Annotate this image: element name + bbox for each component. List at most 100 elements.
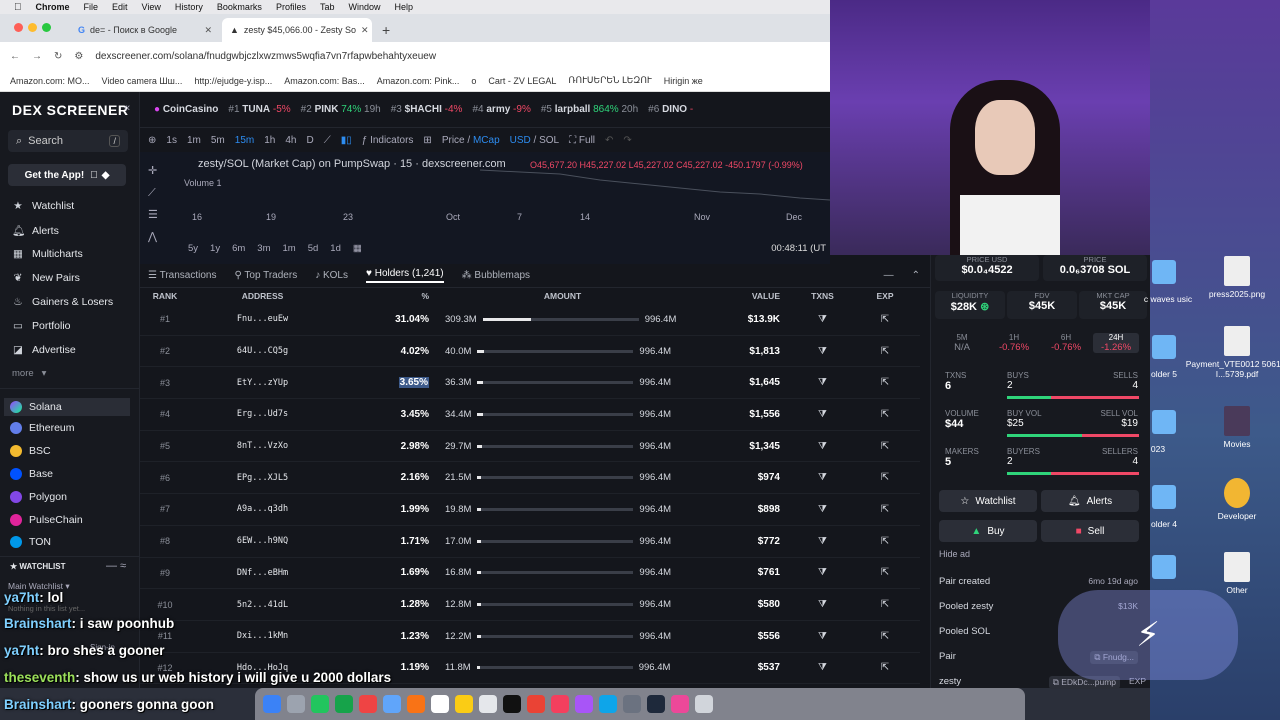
dexscreener-logo[interactable]: DEX SCREENER [12, 102, 128, 118]
close-tab-icon[interactable]: ✕ [204, 25, 212, 36]
holder-address[interactable]: 5n2...41dL [190, 600, 335, 610]
bookmark-item[interactable]: http://ejudge-y.isp... [194, 76, 272, 86]
appstore-icon[interactable] [599, 695, 617, 713]
ticker-item[interactable]: #6 DINO - [648, 104, 693, 115]
folder-icon[interactable] [1152, 260, 1176, 284]
chain-pulsechain[interactable]: PulseChain [10, 514, 83, 526]
zoom-window-button[interactable] [42, 23, 51, 32]
minimize-window-button[interactable] [28, 23, 37, 32]
holder-address[interactable]: Fnu...euEw [190, 314, 335, 324]
filter-txns-icon[interactable]: ⧩ [790, 536, 855, 547]
bookmark-item[interactable]: Cart - ZV LEGAL [488, 76, 556, 86]
filter-txns-icon[interactable]: ⧩ [790, 567, 855, 578]
trendline-icon[interactable]: ⟋ [148, 182, 158, 204]
external-link-icon[interactable]: ⇱ [855, 346, 915, 357]
bookmark-item[interactable]: Amazon.com: MO... [10, 76, 90, 86]
line-chart-icon[interactable]: ⟋ [324, 135, 331, 146]
collapse-sidebar-icon[interactable]: « [124, 102, 130, 114]
external-link-icon[interactable]: ⇱ [855, 472, 915, 483]
tab-top-traders[interactable]: ⚲ Top Traders [234, 270, 297, 281]
forward-icon[interactable]: → [32, 51, 42, 62]
holder-address[interactable]: 64U...CQ5g [190, 346, 335, 356]
browser-tab-dexscreener[interactable]: ▲ zesty $45,066.00 - Zesty So ✕ [222, 18, 372, 42]
menu-bookmarks[interactable]: Bookmarks [217, 2, 262, 12]
reminders-icon[interactable] [479, 695, 497, 713]
ticker-item[interactable]: #1 TUNA -5% [228, 104, 290, 115]
external-link-icon[interactable]: ⇱ [855, 441, 915, 452]
add-icon[interactable]: ⊕ [148, 135, 156, 146]
holder-address[interactable]: EtY...zYUp [190, 378, 335, 388]
external-link-icon[interactable]: ⇱ [855, 631, 915, 642]
external-link-icon[interactable]: ⇱ [855, 662, 915, 673]
settings-icon[interactable] [623, 695, 641, 713]
site-info-icon[interactable]: ⚙ [74, 51, 83, 62]
podcasts-icon[interactable] [575, 695, 593, 713]
menu-file[interactable]: File [84, 2, 99, 12]
folder-icon[interactable] [1152, 410, 1176, 434]
undo-icon[interactable]: ↶ [605, 135, 613, 146]
sidebar-item-advertise[interactable]: ◪ Advertise [12, 344, 76, 356]
filter-txns-icon[interactable]: ⧩ [790, 599, 855, 610]
url-input[interactable]: dexscreener.com/solana/fnudgwbjczlxwzmws… [95, 51, 436, 62]
close-tab-icon[interactable]: ✕ [361, 25, 369, 36]
filter-txns-icon[interactable]: ⧩ [790, 346, 855, 357]
calendar-icon[interactable] [431, 695, 449, 713]
filter-txns-icon[interactable]: ⧩ [790, 472, 855, 483]
chain-polygon[interactable]: Polygon [10, 491, 67, 503]
buy-button[interactable]: ▲ Buy [939, 520, 1037, 542]
folder-icon[interactable] [1152, 485, 1176, 509]
launchpad-icon[interactable] [287, 695, 305, 713]
alerts-button[interactable]: 🔔︎ Alerts [1041, 490, 1139, 512]
filter-txns-icon[interactable]: ⧩ [790, 662, 855, 673]
range-5d[interactable]: 5d [308, 243, 319, 254]
search-input[interactable]: ⌕ Search / [8, 130, 128, 152]
facetime-icon[interactable] [335, 695, 353, 713]
tab-bubblemaps[interactable]: ⁂ Bubblemaps [462, 270, 530, 281]
price-mcap-toggle[interactable]: Price / MCap [442, 135, 500, 146]
photos-icon[interactable] [359, 695, 377, 713]
interval-15m[interactable]: 15m [235, 135, 254, 146]
tf-5m[interactable]: 5M N/A [939, 333, 985, 353]
external-link-icon[interactable]: ⇱ [855, 567, 915, 578]
external-link-icon[interactable]: ⇱ [855, 377, 915, 388]
filter-txns-icon[interactable]: ⧩ [790, 504, 855, 515]
interval-d[interactable]: D [306, 135, 313, 146]
watchlist-button[interactable]: ☆ Watchlist [939, 490, 1037, 512]
calendar-icon[interactable]: ▦ [353, 243, 362, 254]
browser-tab-google[interactable]: G de= - Поиск в Google ✕ [70, 18, 220, 42]
interval-5m[interactable]: 5m [211, 135, 225, 146]
sidebar-item-watchlist[interactable]: ★ Watchlist [12, 200, 74, 212]
sidebar-item-multicharts[interactable]: ▦ Multicharts [12, 248, 83, 260]
filter-txns-icon[interactable]: ⧩ [790, 314, 855, 325]
tf-6h[interactable]: 6H -0.76% [1043, 333, 1089, 353]
filter-txns-icon[interactable]: ⧩ [790, 409, 855, 420]
tab-transactions[interactable]: ☰ Transactions [148, 270, 216, 281]
sidebar-item-gainers-losers[interactable]: ♨ Gainers & Losers [12, 296, 113, 308]
interval-4h[interactable]: 4h [285, 135, 296, 146]
desktop-app-developer[interactable]: Developer [1182, 478, 1280, 521]
chrome-icon[interactable] [527, 695, 545, 713]
close-window-button[interactable] [14, 23, 23, 32]
range-5y[interactable]: 5y [188, 243, 198, 254]
range-3m[interactable]: 3m [257, 243, 270, 254]
menu-view[interactable]: View [142, 2, 161, 12]
tab-holders[interactable]: ♥ Holders (1,241) [366, 268, 444, 283]
desktop-folder-other[interactable]: Other [1182, 552, 1280, 595]
get-app-button[interactable]: Get the App!  ◆ [8, 164, 126, 186]
chain-base[interactable]: Base [10, 468, 53, 480]
range-6m[interactable]: 6m [232, 243, 245, 254]
menu-help[interactable]: Help [394, 2, 413, 12]
bookmark-item[interactable]: Video camera Шш... [102, 76, 183, 86]
range-1m[interactable]: 1m [283, 243, 296, 254]
trash-icon[interactable] [695, 695, 713, 713]
desktop-file-press2025[interactable]: press2025.png [1182, 256, 1280, 299]
holder-address[interactable]: Dxi...1kMn [190, 631, 335, 641]
notes-icon[interactable] [455, 695, 473, 713]
chain-ton[interactable]: TON [10, 536, 51, 548]
candle-chart-icon[interactable]: ▮▯ [341, 135, 352, 146]
tf-1h[interactable]: 1H -0.76% [991, 333, 1037, 353]
expand-panel-icon[interactable]: ⌃ [912, 270, 930, 281]
ticker-item[interactable]: #5 larpball 864% 20h [541, 104, 638, 115]
redo-icon[interactable]: ↷ [623, 135, 631, 146]
holder-address[interactable]: EPg...XJL5 [190, 473, 335, 483]
